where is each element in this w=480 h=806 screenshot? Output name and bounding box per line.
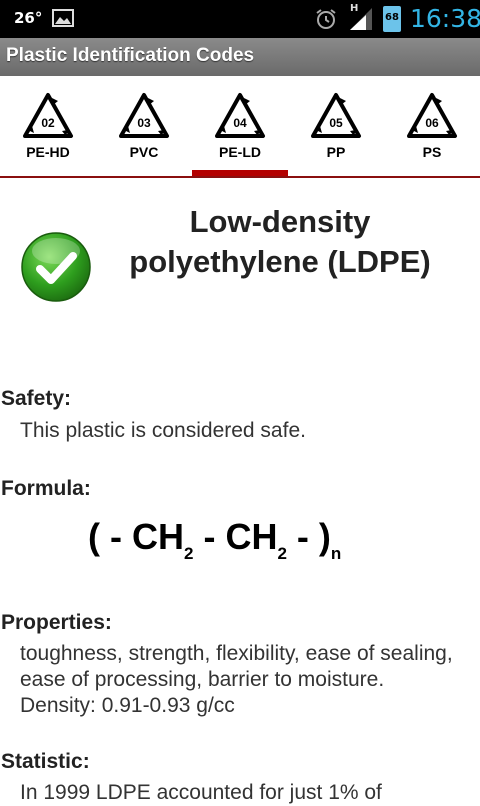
clock: 16:38 <box>410 4 480 33</box>
formula-part: - ) <box>286 516 331 557</box>
formula-part: - CH <box>193 516 278 557</box>
alarm-icon <box>314 7 338 35</box>
tab-code-06[interactable]: 06 PS <box>384 92 480 178</box>
tab-code-04[interactable]: 04 PE-LD <box>192 92 288 178</box>
code-abbreviation: PVC <box>129 144 159 160</box>
code-abbreviation: PE-LD <box>219 144 261 160</box>
code-tabs: 02 PE-HD 03 PVC 04 PE-LD 05 PP 06 PS <box>0 76 480 178</box>
battery-level: 68 <box>385 12 399 23</box>
plastic-title: Low-density polyethylene (LDPE) <box>129 204 431 279</box>
chemical-formula: ( - CH2 - CH2 - )n <box>88 516 341 564</box>
statistic-text: In 1999 LDPE accounted for just 1% of <box>20 781 382 804</box>
status-bar: 26° H 68 16:38 <box>0 0 480 38</box>
temperature-text: 26° <box>14 9 43 27</box>
battery-icon: 68 <box>383 6 401 32</box>
tab-code-03[interactable]: 03 PVC <box>96 92 192 178</box>
app-title-bar: Plastic Identification Codes <box>0 38 480 76</box>
signal-icon <box>346 6 376 36</box>
formula-subscript: n <box>330 544 342 563</box>
safety-label: Safety: <box>1 387 72 410</box>
code-number: 04 <box>233 116 247 130</box>
code-abbreviation: PS <box>422 144 442 160</box>
formula-label: Formula: <box>1 477 91 500</box>
tab-code-02[interactable]: 02 PE-HD <box>0 92 96 178</box>
properties-label: Properties: <box>1 611 112 634</box>
picture-notification-icon <box>52 9 74 27</box>
formula-subscript: 2 <box>277 544 287 563</box>
code-abbreviation: PE-HD <box>26 144 70 160</box>
code-number: 05 <box>329 116 343 130</box>
code-abbreviation: PP <box>326 144 346 160</box>
formula-part: ( - CH <box>88 516 184 557</box>
statistic-label: Statistic: <box>1 750 90 773</box>
tab-divider <box>0 176 480 178</box>
safety-text: This plastic is considered safe. <box>20 419 306 442</box>
code-number: 06 <box>425 116 439 130</box>
safe-check-icon <box>20 231 92 303</box>
code-number: 02 <box>41 116 55 130</box>
code-number: 03 <box>137 116 151 130</box>
tab-code-05[interactable]: 05 PP <box>288 92 384 178</box>
properties-text: toughness, strength, flexibility, ease o… <box>20 642 453 717</box>
app-title: Plastic Identification Codes <box>6 45 255 66</box>
